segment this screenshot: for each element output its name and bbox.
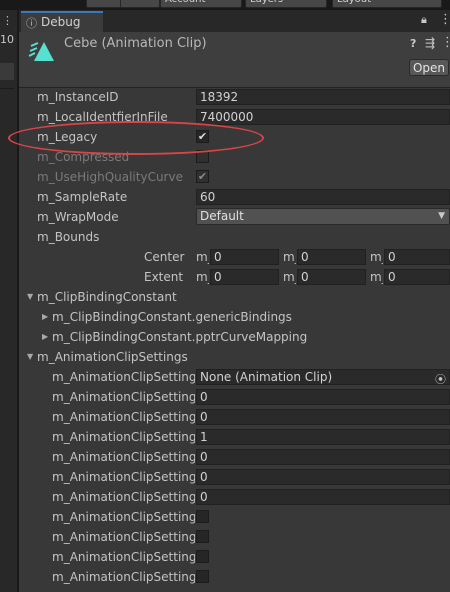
editor-toolbar: Account Layers Layout — [0, 0, 450, 10]
window-splitter[interactable] — [17, 10, 19, 592]
dropdown-arrow-icon: ▼ — [438, 211, 445, 221]
center-y-field[interactable]: 0 — [297, 249, 366, 265]
settings-row-label: m_AnimationClipSettings. — [52, 570, 195, 584]
settings-value-field[interactable]: 1 — [196, 429, 450, 445]
sample-rate-label: m_SampleRate — [37, 190, 128, 204]
wrap-mode-value: Default — [200, 209, 244, 223]
settings-checkbox[interactable] — [196, 550, 209, 563]
center-y-label: m_ — [283, 250, 296, 264]
instance-id-label: m_InstanceID — [37, 90, 119, 104]
instance-id-field[interactable]: 18392 — [196, 89, 450, 105]
kebab-menu-icon[interactable]: ⋮ — [2, 14, 13, 27]
annotation-ellipse — [8, 121, 264, 155]
toolbar-step-button[interactable] — [120, 0, 160, 8]
presets-icon[interactable]: ⇶ — [425, 36, 435, 50]
settings-row-label: m_AnimationClipSettings. — [52, 530, 195, 544]
center-z-field[interactable]: 0 — [384, 249, 450, 265]
settings-value-field[interactable]: 0 — [196, 489, 450, 505]
extent-z-label: m_ — [370, 270, 383, 284]
wrap-mode-dropdown[interactable]: Default ▼ — [196, 208, 450, 225]
settings-row-label: m_AnimationClipSettings. — [52, 450, 195, 464]
generic-bindings-label[interactable]: m_ClipBindingConstant.genericBindings — [52, 309, 292, 325]
extent-y-field[interactable]: 0 — [297, 269, 366, 285]
settings-row-label: m_AnimationClipSettings. — [52, 370, 195, 384]
adjacent-window: ⋮ 10 — [0, 10, 17, 592]
tab-debug[interactable]: ⓘ Debug — [21, 11, 103, 32]
kebab-menu-icon[interactable]: ⋮ — [439, 12, 450, 27]
settings-value-field[interactable]: 0 — [196, 469, 450, 485]
toolbar-play-button[interactable] — [86, 0, 124, 8]
toolbar-account-dropdown[interactable]: Account — [160, 0, 242, 8]
high-quality-curve-checkbox: ✔ — [196, 170, 209, 183]
pptr-curve-mapping-label[interactable]: m_ClipBindingConstant.pptrCurveMapping — [52, 329, 307, 345]
divider — [19, 87, 450, 88]
foldout-collapsed-icon[interactable]: ▶ — [42, 309, 48, 325]
settings-row-label: m_AnimationClipSettings. — [52, 410, 195, 424]
lock-icon[interactable]: 🔒︎ — [421, 13, 427, 27]
settings-row-label: m_AnimationClipSettings. — [52, 490, 195, 504]
settings-checkbox[interactable] — [196, 530, 209, 543]
extent-label: Extent — [144, 270, 184, 284]
adjacent-row — [0, 63, 14, 80]
info-icon: ⓘ — [26, 17, 37, 30]
toolbar-layers-dropdown[interactable]: Layers — [245, 0, 327, 8]
foldout-collapsed-icon[interactable]: ▶ — [42, 329, 48, 345]
foldout-expanded-icon[interactable]: ▼ — [27, 289, 33, 305]
object-picker-icon[interactable]: ⦿ — [435, 371, 446, 387]
foldout-expanded-icon[interactable]: ▼ — [27, 349, 33, 365]
tab-label: Debug — [41, 15, 81, 29]
local-id-field[interactable]: 7400000 — [196, 109, 450, 125]
center-label: Center — [144, 250, 185, 264]
center-x-field[interactable]: 0 — [210, 249, 279, 265]
extent-y-label: m_ — [283, 270, 296, 284]
settings-row-label: m_AnimationClipSettings. — [52, 390, 195, 404]
center-x-label: m_ — [196, 250, 209, 264]
divider — [0, 88, 14, 89]
settings-checkbox[interactable] — [196, 510, 209, 523]
extent-x-field[interactable]: 0 — [210, 269, 279, 285]
high-quality-curve-label: m_UseHighQualityCurve — [37, 170, 183, 184]
help-icon[interactable]: ? — [410, 37, 416, 50]
clip-binding-label[interactable]: m_ClipBindingConstant — [37, 289, 177, 305]
settings-row-label: m_AnimationClipSettings. — [52, 510, 195, 524]
settings-row-label: m_AnimationClipSettings. — [52, 550, 195, 564]
open-button[interactable]: Open — [409, 59, 449, 76]
animation-clip-icon — [28, 42, 54, 61]
extent-z-field[interactable]: 0 — [384, 269, 450, 285]
settings-value-field[interactable]: 0 — [196, 409, 450, 425]
settings-row-label: m_AnimationClipSettings. — [52, 430, 195, 444]
sample-rate-field[interactable]: 60 — [196, 189, 450, 205]
additive-reference-field[interactable]: None (Animation Clip) — [196, 369, 450, 385]
extent-x-label: m_ — [196, 270, 209, 284]
object-reference-value: None (Animation Clip) — [200, 370, 333, 384]
asset-title: Cebe (Animation Clip) — [64, 36, 207, 51]
settings-value-field[interactable]: 0 — [196, 449, 450, 465]
frame-number: 10 — [0, 33, 14, 46]
bounds-label: m_Bounds — [37, 230, 100, 244]
settings-row-label: m_AnimationClipSettings. — [52, 470, 195, 484]
wrap-mode-label: m_WrapMode — [37, 210, 119, 224]
animation-clip-settings-label[interactable]: m_AnimationClipSettings — [37, 349, 188, 365]
kebab-menu-icon[interactable]: ⋮ — [441, 35, 450, 50]
settings-checkbox[interactable] — [196, 570, 209, 583]
settings-value-field[interactable]: 0 — [196, 389, 450, 405]
center-z-label: m_ — [370, 250, 383, 264]
toolbar-layout-dropdown[interactable]: Layout — [332, 0, 442, 8]
